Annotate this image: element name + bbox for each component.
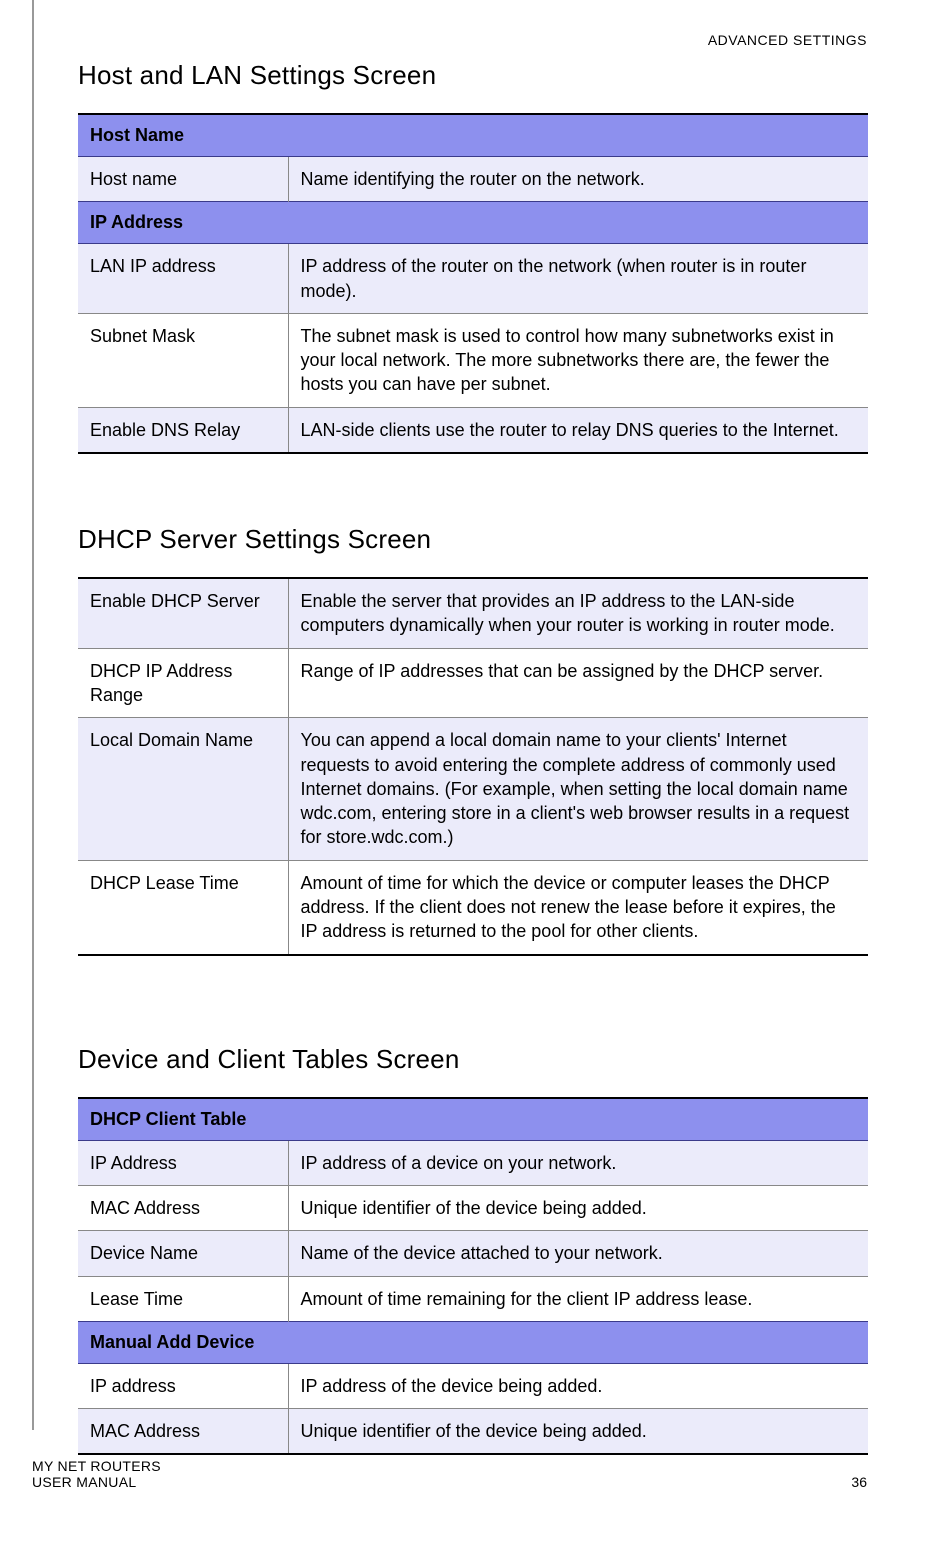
table-row: Lease Time Amount of time remaining for …	[78, 1276, 868, 1321]
group-header-row: DHCP Client Table	[78, 1098, 868, 1141]
section3-heading: Device and Client Tables Screen	[78, 1044, 868, 1075]
device-client-table: DHCP Client Table IP Address IP address …	[78, 1097, 868, 1456]
group-header-row: IP Address	[78, 202, 868, 244]
row-label: LAN IP address	[78, 244, 288, 314]
section2-heading: DHCP Server Settings Screen	[78, 524, 868, 555]
row-desc: You can append a local domain name to yo…	[288, 718, 868, 860]
group-header: Manual Add Device	[78, 1321, 868, 1363]
row-desc: Unique identifier of the device being ad…	[288, 1409, 868, 1455]
group-header: Host Name	[78, 114, 868, 157]
decorative-side-line	[32, 0, 34, 1430]
row-desc: Name of the device attached to your netw…	[288, 1231, 868, 1276]
table-row: DHCP IP Address Range Range of IP addres…	[78, 648, 868, 718]
footer-line2: USER MANUAL	[32, 1474, 136, 1490]
table-row: IP Address IP address of a device on you…	[78, 1140, 868, 1185]
footer-line1: MY NET ROUTERS	[32, 1458, 161, 1474]
group-header-row: Manual Add Device	[78, 1321, 868, 1363]
table-row: MAC Address Unique identifier of the dev…	[78, 1409, 868, 1455]
group-header: DHCP Client Table	[78, 1098, 868, 1141]
table-row: IP address IP address of the device bein…	[78, 1363, 868, 1408]
row-label: Subnet Mask	[78, 313, 288, 407]
host-lan-table: Host Name Host name Name identifying the…	[78, 113, 868, 454]
table-row: LAN IP address IP address of the router …	[78, 244, 868, 314]
row-label: IP address	[78, 1363, 288, 1408]
table-row: Enable DHCP Server Enable the server tha…	[78, 578, 868, 648]
group-header: IP Address	[78, 202, 868, 244]
row-desc: Name identifying the router on the netwo…	[288, 157, 868, 202]
table-row: Local Domain Name You can append a local…	[78, 718, 868, 860]
row-label: MAC Address	[78, 1409, 288, 1455]
row-label: MAC Address	[78, 1185, 288, 1230]
footer-text: MY NET ROUTERS USER MANUAL	[32, 1458, 161, 1490]
row-desc: Enable the server that provides an IP ad…	[288, 578, 868, 648]
header-section-label: ADVANCED SETTINGS	[708, 32, 867, 48]
row-label: Lease Time	[78, 1276, 288, 1321]
dhcp-server-table: Enable DHCP Server Enable the server tha…	[78, 577, 868, 956]
row-desc: IP address of the router on the network …	[288, 244, 868, 314]
row-label: DHCP Lease Time	[78, 860, 288, 954]
row-label: DHCP IP Address Range	[78, 648, 288, 718]
table-row: MAC Address Unique identifier of the dev…	[78, 1185, 868, 1230]
row-desc: Range of IP addresses that can be assign…	[288, 648, 868, 718]
row-desc: The subnet mask is used to control how m…	[288, 313, 868, 407]
row-desc: LAN-side clients use the router to relay…	[288, 407, 868, 453]
section1-heading: Host and LAN Settings Screen	[78, 60, 868, 91]
row-label: Local Domain Name	[78, 718, 288, 860]
table-row: Enable DNS Relay LAN-side clients use th…	[78, 407, 868, 453]
row-desc: Amount of time remaining for the client …	[288, 1276, 868, 1321]
row-label: Device Name	[78, 1231, 288, 1276]
page-number: 36	[851, 1474, 867, 1490]
row-label: IP Address	[78, 1140, 288, 1185]
table-row: DHCP Lease Time Amount of time for which…	[78, 860, 868, 954]
group-header-row: Host Name	[78, 114, 868, 157]
row-label: Enable DHCP Server	[78, 578, 288, 648]
row-desc: IP address of the device being added.	[288, 1363, 868, 1408]
row-desc: IP address of a device on your network.	[288, 1140, 868, 1185]
row-label: Enable DNS Relay	[78, 407, 288, 453]
row-label: Host name	[78, 157, 288, 202]
table-row: Host name Name identifying the router on…	[78, 157, 868, 202]
main-content: Host and LAN Settings Screen Host Name H…	[78, 60, 868, 1455]
table-row: Device Name Name of the device attached …	[78, 1231, 868, 1276]
row-desc: Unique identifier of the device being ad…	[288, 1185, 868, 1230]
table-row: Subnet Mask The subnet mask is used to c…	[78, 313, 868, 407]
row-desc: Amount of time for which the device or c…	[288, 860, 868, 954]
